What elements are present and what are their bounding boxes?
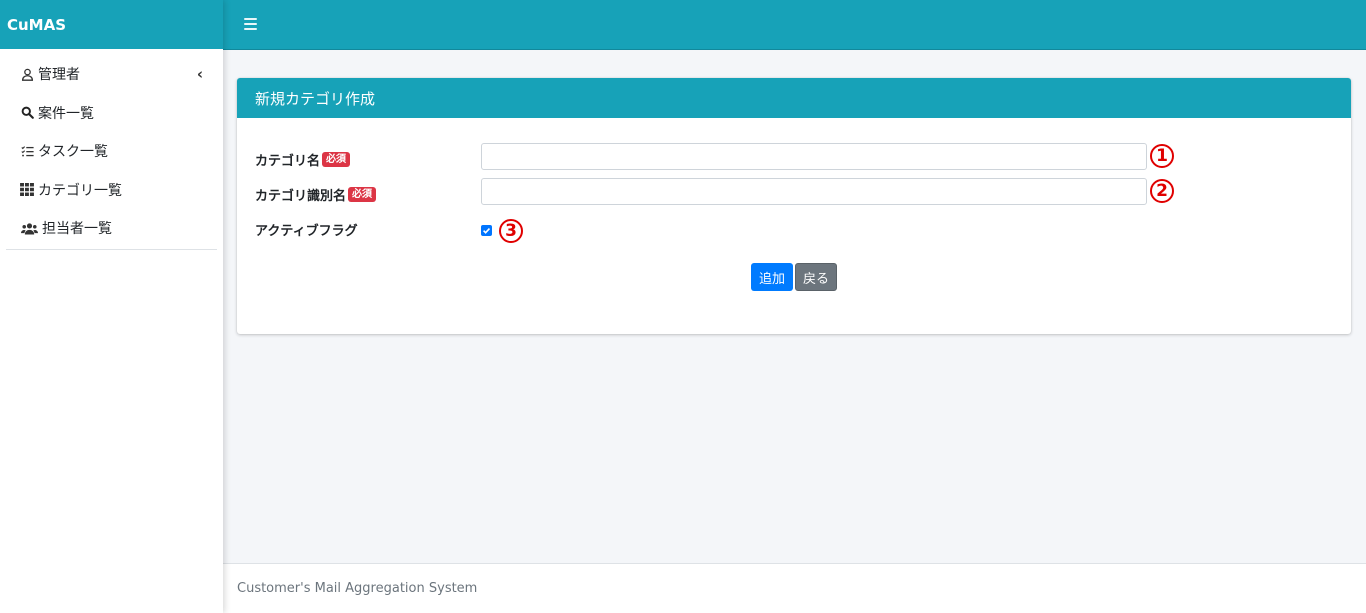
- sidebar-item-label: 担当者一覧: [42, 221, 112, 238]
- annotation-marker-1: 1: [1150, 144, 1174, 168]
- annotation-marker-3: 3: [499, 219, 523, 243]
- category-id-input[interactable]: [481, 178, 1147, 205]
- category-name-label: カテゴリ名 必須: [255, 150, 351, 169]
- active-flag-checkbox[interactable]: [481, 225, 492, 236]
- sidebar-item-tasks[interactable]: タスク一覧: [0, 132, 223, 171]
- sidebar-item-label: カテゴリ一覧: [38, 182, 122, 199]
- card-title: 新規カテゴリ作成: [237, 78, 1351, 118]
- top-navbar: [223, 0, 1366, 50]
- new-category-card: 新規カテゴリ作成 カテゴリ名 必須 1 カテゴリ識別名 必須 2 アクティブフラ…: [237, 78, 1351, 334]
- sidebar-nav: 管理者 ‹ 案件一覧 タスク一覧 カテゴリ一覧 担当者一覧: [0, 49, 223, 250]
- category-id-label: カテゴリ識別名 必須: [255, 185, 377, 204]
- check-icon: [483, 227, 491, 234]
- field-label: カテゴリ識別名: [255, 189, 347, 204]
- sidebar-item-categories[interactable]: カテゴリ一覧: [0, 171, 223, 210]
- user-icon: [20, 67, 34, 81]
- field-label: カテゴリ名: [255, 154, 321, 169]
- add-button[interactable]: 追加: [751, 263, 793, 291]
- footer: Customer's Mail Aggregation System: [223, 563, 1366, 613]
- back-button[interactable]: 戻る: [795, 263, 837, 291]
- hamburger-icon[interactable]: [244, 18, 257, 30]
- required-badge: 必須: [348, 187, 377, 202]
- sidebar-item-label: 案件一覧: [38, 105, 94, 122]
- sidebar-item-staff[interactable]: 担当者一覧: [0, 209, 223, 248]
- chevron-left-icon: ‹: [196, 65, 203, 84]
- sidebar: CuMAS 管理者 ‹ 案件一覧 タスク一覧 カテゴリ一覧 担当者一覧: [0, 0, 223, 613]
- annotation-marker-2: 2: [1150, 179, 1174, 203]
- required-badge: 必須: [322, 152, 351, 167]
- active-flag-row: アクティブフラグ: [255, 220, 358, 239]
- users-icon: [20, 221, 38, 235]
- sidebar-item-label: 管理者: [38, 67, 80, 84]
- brand-logo[interactable]: CuMAS: [0, 0, 223, 49]
- sidebar-item-admin[interactable]: 管理者 ‹: [0, 55, 223, 94]
- category-id-row: カテゴリ識別名 必須: [255, 185, 377, 204]
- sidebar-item-label: タスク一覧: [38, 144, 108, 161]
- sidebar-item-cases[interactable]: 案件一覧: [0, 94, 223, 133]
- category-name-input[interactable]: [481, 143, 1147, 170]
- tasks-icon: [20, 144, 34, 158]
- sidebar-divider: [6, 248, 217, 250]
- grid-icon: [20, 183, 34, 197]
- category-name-row: カテゴリ名 必須: [255, 150, 351, 169]
- footer-text: Customer's Mail Aggregation System: [237, 581, 478, 596]
- active-flag-label: アクティブフラグ: [255, 224, 358, 239]
- search-icon: [20, 106, 34, 120]
